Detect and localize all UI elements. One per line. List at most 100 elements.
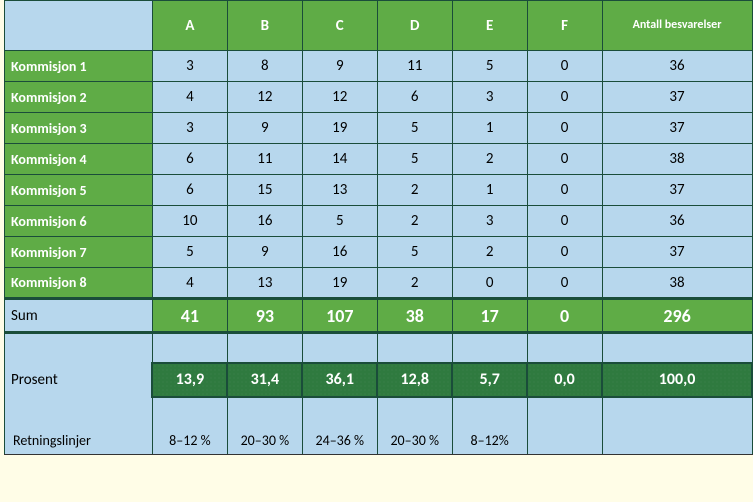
- cell-f: 0: [527, 113, 602, 144]
- cell-b: 8: [227, 51, 302, 82]
- cell-e: 1: [452, 113, 527, 144]
- table-row: Kommisjon 7591652037: [5, 237, 753, 268]
- sum-b: 93: [227, 299, 302, 333]
- percent-f: 0,0: [527, 363, 602, 397]
- cell-e: 0: [452, 268, 527, 299]
- guidelines-label: Retningslinjer: [5, 427, 153, 455]
- cell-b: 13: [227, 268, 302, 299]
- cell-c: 12: [302, 82, 377, 113]
- percent-d: 12,8: [377, 363, 452, 397]
- cell-a: 5: [152, 237, 227, 268]
- cell-e: 1: [452, 175, 527, 206]
- guidelines-b: 20–30 %: [227, 427, 302, 455]
- percent-e: 5,7: [452, 363, 527, 397]
- header-d: D: [377, 1, 452, 51]
- cell-d: 5: [377, 113, 452, 144]
- cell-b: 15: [227, 175, 302, 206]
- cell-f: 0: [527, 268, 602, 299]
- table-row: Kommisjon 61016523036: [5, 206, 753, 237]
- cell-f: 0: [527, 82, 602, 113]
- table-row: Kommisjon 84131920038: [5, 268, 753, 299]
- cell-b: 12: [227, 82, 302, 113]
- cell-f: 0: [527, 237, 602, 268]
- cell-b: 9: [227, 237, 302, 268]
- cell-b: 16: [227, 206, 302, 237]
- guidelines-f: [527, 427, 602, 455]
- cell-d: 2: [377, 268, 452, 299]
- guidelines-c: 24–36 %: [302, 427, 377, 455]
- data-body: Kommisjon 1389115036Kommisjon 2412126303…: [5, 51, 753, 299]
- row-label: Kommisjon 2: [5, 82, 153, 113]
- header-row: A B C D E F Antall besvarelser: [5, 1, 753, 51]
- table-row: Kommisjon 56151321037: [5, 175, 753, 206]
- cell-f: 0: [527, 144, 602, 175]
- cell-d: 5: [377, 144, 452, 175]
- cell-total: 37: [602, 82, 752, 113]
- table-row: Kommisjon 1389115036: [5, 51, 753, 82]
- cell-a: 3: [152, 113, 227, 144]
- cell-e: 2: [452, 144, 527, 175]
- cell-total: 36: [602, 206, 752, 237]
- percent-c: 36,1: [302, 363, 377, 397]
- cell-total: 38: [602, 144, 752, 175]
- cell-a: 6: [152, 144, 227, 175]
- row-label: Kommisjon 8: [5, 268, 153, 299]
- table-row: Kommisjon 46111452038: [5, 144, 753, 175]
- sum-e: 17: [452, 299, 527, 333]
- sum-row: Sum 41 93 107 38 17 0 296: [5, 299, 753, 333]
- cell-c: 13: [302, 175, 377, 206]
- header-c: C: [302, 1, 377, 51]
- cell-f: 0: [527, 175, 602, 206]
- cell-c: 19: [302, 113, 377, 144]
- guidelines-d: 20–30 %: [377, 427, 452, 455]
- cell-e: 5: [452, 51, 527, 82]
- cell-d: 2: [377, 175, 452, 206]
- cell-f: 0: [527, 206, 602, 237]
- cell-c: 16: [302, 237, 377, 268]
- cell-e: 2: [452, 237, 527, 268]
- cell-d: 2: [377, 206, 452, 237]
- row-label: Kommisjon 6: [5, 206, 153, 237]
- row-label: Kommisjon 5: [5, 175, 153, 206]
- cell-e: 3: [452, 82, 527, 113]
- percent-a: 13,9: [152, 363, 227, 397]
- sum-f: 0: [527, 299, 602, 333]
- guidelines-e: 8–12%: [452, 427, 527, 455]
- cell-b: 11: [227, 144, 302, 175]
- percent-row: Prosent 13,9 31,4 36,1 12,8 5,7 0,0 100,…: [5, 363, 753, 397]
- guidelines-row: Retningslinjer 8–12 % 20–30 % 24–36 % 20…: [5, 427, 753, 455]
- header-b: B: [227, 1, 302, 51]
- spacer-row-1: [5, 333, 753, 363]
- guidelines-a: 8–12 %: [152, 427, 227, 455]
- cell-a: 3: [152, 51, 227, 82]
- cell-d: 11: [377, 51, 452, 82]
- row-label: Kommisjon 7: [5, 237, 153, 268]
- sum-label: Sum: [5, 299, 153, 333]
- sum-a: 41: [152, 299, 227, 333]
- header-e: E: [452, 1, 527, 51]
- cell-e: 3: [452, 206, 527, 237]
- percent-label: Prosent: [5, 363, 153, 397]
- spacer-row-2: [5, 397, 753, 427]
- grade-distribution-table: A B C D E F Antall besvarelser Kommisjon…: [4, 0, 753, 455]
- cell-a: 6: [152, 175, 227, 206]
- cell-total: 38: [602, 268, 752, 299]
- cell-c: 5: [302, 206, 377, 237]
- cell-c: 19: [302, 268, 377, 299]
- header-a: A: [152, 1, 227, 51]
- guidelines-total: [602, 427, 752, 455]
- percent-total: 100,0: [602, 363, 752, 397]
- cell-c: 9: [302, 51, 377, 82]
- row-label: Kommisjon 3: [5, 113, 153, 144]
- cell-total: 37: [602, 237, 752, 268]
- table-row: Kommisjon 24121263037: [5, 82, 753, 113]
- cell-f: 0: [527, 51, 602, 82]
- percent-b: 31,4: [227, 363, 302, 397]
- row-label: Kommisjon 4: [5, 144, 153, 175]
- sum-d: 38: [377, 299, 452, 333]
- header-blank: [5, 1, 153, 51]
- cell-d: 5: [377, 237, 452, 268]
- cell-total: 37: [602, 113, 752, 144]
- sum-total: 296: [602, 299, 752, 333]
- cell-b: 9: [227, 113, 302, 144]
